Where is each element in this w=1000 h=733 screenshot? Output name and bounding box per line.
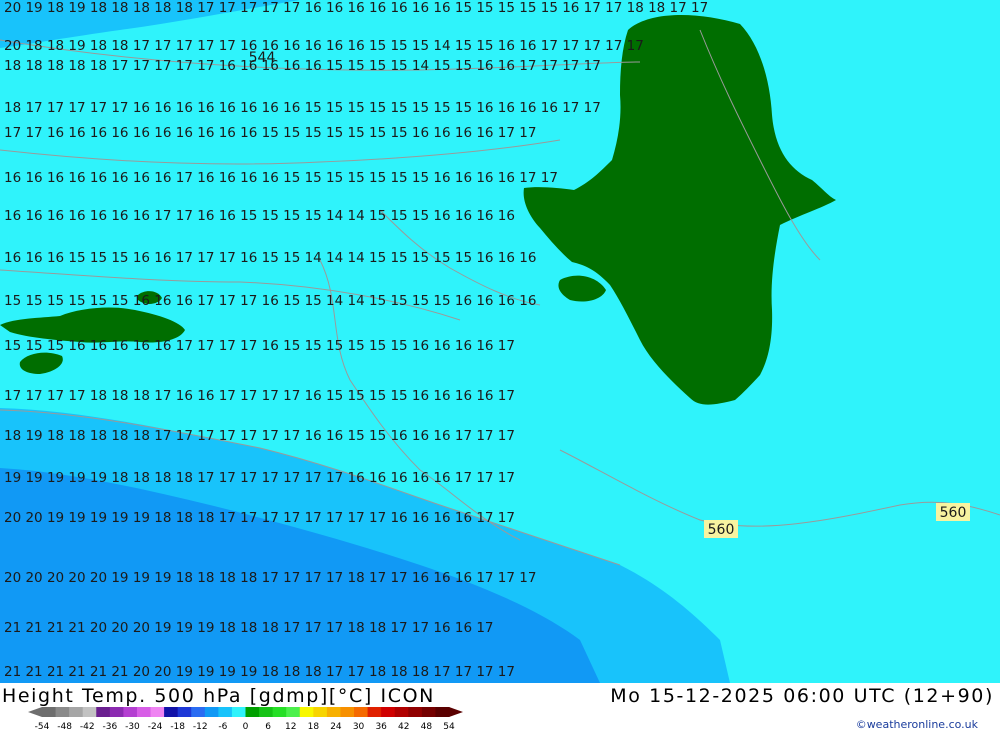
temp-row: 21 21 21 21 20 20 20 19 19 19 18 18 18 1… — [4, 620, 494, 636]
legend-tick-label: 0 — [243, 722, 249, 731]
legend-tick-label: 18 — [308, 722, 320, 731]
legend-tick-label: 30 — [353, 722, 365, 731]
temperature-map: 560 560 544 20 19 18 19 18 18 18 18 18 1… — [0, 0, 1000, 683]
legend-tick-label: -48 — [57, 722, 72, 731]
temp-row: 17 17 17 17 18 18 18 17 16 16 17 17 17 1… — [4, 388, 515, 404]
legend-swatch — [150, 707, 165, 717]
legend-tick-label: 6 — [265, 722, 271, 731]
legend-tick-label: -6 — [218, 722, 227, 731]
temp-row: 20 20 19 19 19 19 19 18 18 18 17 17 17 1… — [4, 510, 515, 526]
temp-row: 20 19 18 19 18 18 18 18 18 17 17 17 17 1… — [4, 0, 708, 16]
legend-tick-label: -24 — [148, 722, 163, 731]
legend-swatch — [354, 707, 369, 717]
legend-tick-label: -54 — [35, 722, 50, 731]
legend-swatch — [204, 707, 219, 717]
legend-tick-label: 42 — [398, 722, 409, 731]
legend-tick-label: 36 — [375, 722, 387, 731]
map-valid-time: Mo 15-12-2025 06:00 UTC (12+90) — [610, 685, 994, 707]
legend-swatch — [109, 707, 124, 717]
legend-swatches — [28, 707, 463, 717]
temp-row: 18 18 18 18 18 17 17 17 17 17 16 16 16 1… — [4, 58, 601, 74]
contour-label-560-b: 560 — [940, 505, 967, 521]
legend-swatch — [421, 707, 436, 717]
temp-row: 19 19 19 19 19 18 18 18 18 17 17 17 17 1… — [4, 470, 515, 486]
legend-swatch — [55, 707, 70, 717]
temp-row: 16 16 16 15 15 15 16 16 17 17 17 16 15 1… — [4, 250, 536, 266]
legend-tick-label: -42 — [80, 722, 95, 731]
legend-swatch — [42, 707, 57, 717]
legend-swatch — [259, 707, 274, 717]
legend-swatch — [136, 707, 152, 717]
legend-swatch — [326, 707, 341, 717]
legend-tick-label: 54 — [443, 722, 455, 731]
legend-tick-label: 24 — [330, 722, 342, 731]
map-title: Height Temp. 500 hPa [gdmp][°C] ICON — [2, 685, 435, 707]
legend-swatch — [69, 707, 84, 717]
temp-row: 18 19 18 18 18 18 18 17 17 17 17 17 17 1… — [4, 428, 515, 444]
legend-tick-label: 12 — [285, 722, 296, 731]
legend-arrow-right — [449, 707, 463, 717]
credit-link[interactable]: ©weatheronline.co.uk — [856, 718, 978, 731]
map-footer: Height Temp. 500 hPa [gdmp][°C] ICON Mo … — [0, 683, 1000, 733]
legend-swatch — [177, 707, 192, 717]
legend-tick-labels: -54 -48 -42 -36 -30 -24 -18 -12 -6 0 6 12 18 24 30 36 42… — [35, 722, 455, 731]
legend-swatch — [272, 707, 287, 717]
legend-swatch — [191, 707, 206, 717]
color-scale-legend: -54 -48 -42 -36 -30 -24 -18 -12 -6 0 6 12 18 24 30 36 42… — [28, 707, 463, 731]
legend-swatch — [381, 707, 396, 717]
legend-tick-label: -36 — [102, 722, 117, 731]
legend-swatch — [123, 707, 138, 717]
legend-swatch — [231, 707, 246, 717]
legend-swatch — [435, 707, 450, 717]
temp-row: 20 20 20 20 20 19 19 19 18 18 18 18 17 1… — [4, 570, 536, 586]
legend-swatch — [286, 707, 301, 717]
legend-swatch — [313, 707, 328, 717]
legend-swatch — [218, 707, 233, 717]
legend-swatch — [408, 707, 423, 717]
contour-label-560-a: 560 — [708, 522, 735, 538]
legend-tick-label: -30 — [125, 722, 140, 731]
legend-swatch — [96, 707, 111, 717]
temp-row: 20 18 18 19 18 18 17 17 17 17 17 16 16 1… — [4, 38, 644, 54]
legend-swatch — [394, 707, 409, 717]
temp-row: 18 17 17 17 17 17 16 16 16 16 16 16 16 1… — [4, 100, 601, 116]
temp-row: 21 21 21 21 21 21 20 20 19 19 19 19 18 1… — [4, 664, 515, 680]
legend-swatch — [164, 707, 179, 717]
legend-tick-label: -12 — [193, 722, 208, 731]
temp-row: 16 16 16 16 16 16 16 16 17 16 16 16 16 1… — [4, 170, 558, 186]
legend-tick-label: -18 — [170, 722, 185, 731]
legend-swatch — [367, 707, 382, 717]
legend-swatch — [299, 707, 314, 717]
temp-row: 17 17 16 16 16 16 16 16 16 16 16 16 15 1… — [4, 125, 536, 141]
legend-swatch — [340, 707, 355, 717]
temp-row: 15 15 15 15 15 15 16 16 16 17 17 17 16 1… — [4, 293, 536, 309]
temp-row: 15 15 15 16 16 16 16 16 17 17 17 17 16 1… — [4, 338, 515, 354]
legend-swatch — [82, 707, 97, 717]
legend-arrow-left — [28, 707, 42, 717]
legend-swatch — [245, 707, 260, 717]
legend-tick-label: 48 — [421, 722, 433, 731]
temp-row: 16 16 16 16 16 16 16 17 17 16 16 15 15 1… — [4, 208, 515, 224]
